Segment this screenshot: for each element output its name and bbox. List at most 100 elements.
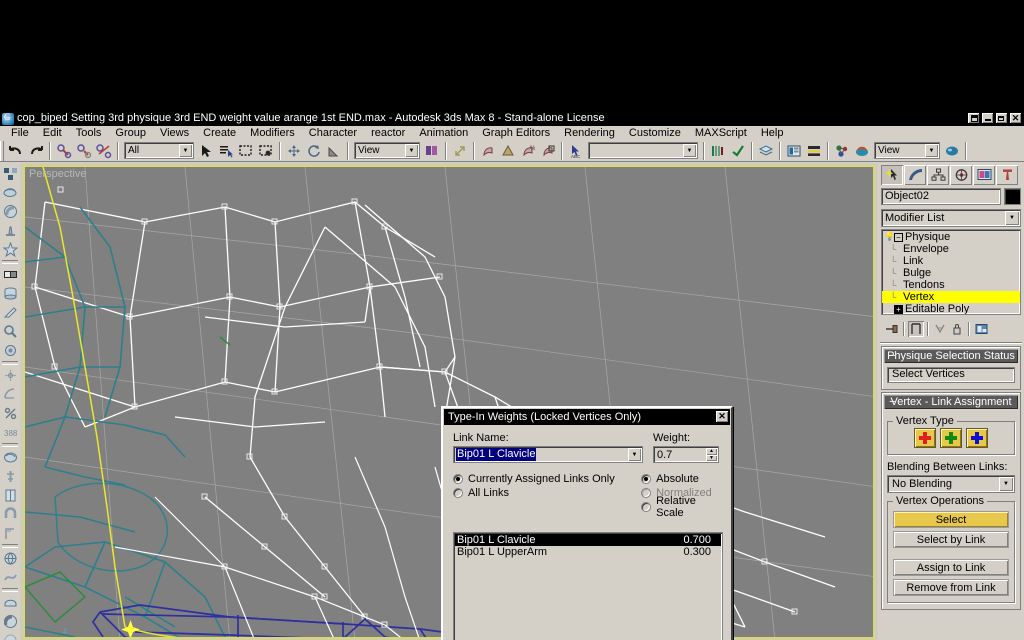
radio-all-links[interactable]: All Links <box>453 486 641 500</box>
quick-render-icon[interactable] <box>942 141 962 161</box>
remove-modifier-icon[interactable] <box>949 321 965 337</box>
help-button[interactable] <box>967 112 980 124</box>
curve-editor-icon[interactable] <box>708 141 728 161</box>
menu-file[interactable]: File <box>4 127 36 139</box>
display-icon[interactable] <box>1 202 19 220</box>
chevron-down-icon[interactable]: ▼ <box>628 448 641 461</box>
rollout-header[interactable]: − Physique Selection Status <box>884 349 1018 363</box>
remove-from-link-button[interactable]: Remove from Link <box>893 579 1009 596</box>
angle-snap-icon[interactable] <box>1 385 19 403</box>
chevron-down-icon[interactable]: ▼ <box>925 144 938 157</box>
create-tab-icon[interactable] <box>881 165 903 185</box>
menu-group[interactable]: Group <box>108 127 153 139</box>
assign-to-link-button[interactable]: Assign to Link <box>893 559 1009 576</box>
mirror-icon[interactable] <box>478 141 498 161</box>
menu-customize[interactable]: Customize <box>622 127 688 139</box>
curve-icon[interactable] <box>1 568 19 586</box>
snapshot-icon[interactable] <box>538 141 558 161</box>
restore-button[interactable] <box>995 112 1008 124</box>
modifier-list-combo[interactable]: Modifier List ▼ <box>881 209 1021 227</box>
unlink-icon[interactable] <box>74 141 94 161</box>
reference-coord-combo[interactable]: View ▼ <box>354 142 420 159</box>
stack-item-envelope[interactable]: └ Envelope <box>882 243 1020 255</box>
menu-reactor[interactable]: reactor <box>364 127 412 139</box>
collapse-icon[interactable]: − <box>889 395 895 409</box>
weights-list[interactable]: Bip01 L Clavicle 0.700 Bip01 L UpperArm … <box>453 532 723 640</box>
hierarchy-icon[interactable] <box>1 164 19 182</box>
lightbulb-icon[interactable]: 💡 <box>885 232 895 242</box>
stack-item-tendons[interactable]: └ Tendons <box>882 279 1020 291</box>
stack-item-editable-poly[interactable]: + Editable Poly <box>882 303 1020 314</box>
layers-icon[interactable] <box>756 141 776 161</box>
select-rotate-icon[interactable] <box>304 141 324 161</box>
blue-vertex-icon[interactable] <box>966 428 988 448</box>
toolbar-grip[interactable] <box>0 140 4 161</box>
select-button[interactable]: Select <box>893 511 1009 528</box>
menu-views[interactable]: Views <box>153 127 196 139</box>
menu-graph-editors[interactable]: Graph Editors <box>475 127 557 139</box>
named-selection-set-input[interactable]: ▼ <box>588 142 698 159</box>
radio-absolute[interactable]: Absolute <box>641 472 723 486</box>
radio-relative-scale[interactable]: Relative Scale <box>641 495 723 519</box>
make-unique-icon[interactable] <box>932 321 948 337</box>
chevron-down-icon[interactable]: ▼ <box>683 144 696 157</box>
select-uniform-icon[interactable] <box>450 141 470 161</box>
menu-create[interactable]: Create <box>196 127 243 139</box>
menu-tools[interactable]: Tools <box>69 127 109 139</box>
select-by-link-button[interactable]: Select by Link <box>893 531 1009 548</box>
box-icon[interactable] <box>1 265 19 283</box>
star-icon[interactable] <box>1 240 19 258</box>
undo-icon[interactable] <box>6 141 26 161</box>
stack-item-bulge[interactable]: └ Bulge <box>882 267 1020 279</box>
spinner-stepper[interactable]: ▲ ▼ <box>706 448 717 461</box>
collapse-icon[interactable]: − <box>894 232 903 242</box>
helmet-icon[interactable] <box>1 593 19 611</box>
track-view-icon[interactable] <box>804 141 824 161</box>
window-crossing-icon[interactable] <box>256 141 276 161</box>
menu-maxscript[interactable]: MAXScript <box>688 127 754 139</box>
magnet-icon[interactable] <box>1 505 19 523</box>
array-icon[interactable]: % <box>518 141 538 161</box>
close-button[interactable]: ✕ <box>1009 112 1022 124</box>
select-object-icon[interactable] <box>196 141 216 161</box>
viewport-layout-combo[interactable]: View ▼ <box>874 142 940 159</box>
cylinder-icon[interactable] <box>1 284 19 302</box>
stack-item-link[interactable]: └ Link <box>882 255 1020 267</box>
chevron-down-icon[interactable]: ▼ <box>999 477 1013 491</box>
selection-filter-combo[interactable]: All ▼ <box>124 142 194 159</box>
material-editor-icon[interactable] <box>784 141 804 161</box>
render-scene-icon[interactable] <box>832 141 852 161</box>
menu-character[interactable]: Character <box>302 127 364 139</box>
select-by-name-icon[interactable] <box>216 141 236 161</box>
show-end-result-icon[interactable] <box>908 321 924 337</box>
render-frame-icon[interactable] <box>1 612 19 630</box>
configure-modifier-sets-icon[interactable] <box>973 321 989 337</box>
bind-space-warp-icon[interactable] <box>94 141 114 161</box>
weight-input[interactable]: 0.7 ▲ ▼ <box>653 446 719 463</box>
radio-icon[interactable] <box>641 502 652 512</box>
measure-icon[interactable] <box>1 524 19 542</box>
table-row[interactable]: Bip01 L UpperArm 0.300 <box>455 546 721 558</box>
link-name-combo[interactable]: Bip01 L Clavicle ▼ <box>453 446 643 463</box>
spinner-down-icon[interactable]: ▼ <box>706 454 717 461</box>
rollout-header[interactable]: − Vertex - Link Assignment <box>884 395 1018 409</box>
radio-currently-assigned-links[interactable]: Currently Assigned Links Only <box>453 472 641 486</box>
radio-icon[interactable] <box>453 488 463 498</box>
collapse-icon[interactable]: − <box>889 349 895 363</box>
name-selection-icon[interactable]: ABC <box>566 141 586 161</box>
close-icon[interactable]: ✕ <box>715 410 729 423</box>
chevron-down-icon[interactable]: ▼ <box>405 144 418 157</box>
track-icon[interactable] <box>1 631 19 640</box>
menu-modifiers[interactable]: Modifiers <box>243 127 302 139</box>
chevron-down-icon[interactable]: ▼ <box>179 144 192 157</box>
align-icon[interactable] <box>498 141 518 161</box>
radio-icon[interactable] <box>641 474 652 484</box>
object-color-swatch[interactable] <box>1004 188 1021 205</box>
menu-rendering[interactable]: Rendering <box>557 127 622 139</box>
radio-icon[interactable] <box>453 474 463 484</box>
green-vertex-icon[interactable] <box>940 428 962 448</box>
menu-animation[interactable]: Animation <box>412 127 475 139</box>
utilities-tab-icon[interactable] <box>996 165 1018 185</box>
pin-stack-icon[interactable] <box>884 321 900 337</box>
redo-icon[interactable] <box>26 141 46 161</box>
